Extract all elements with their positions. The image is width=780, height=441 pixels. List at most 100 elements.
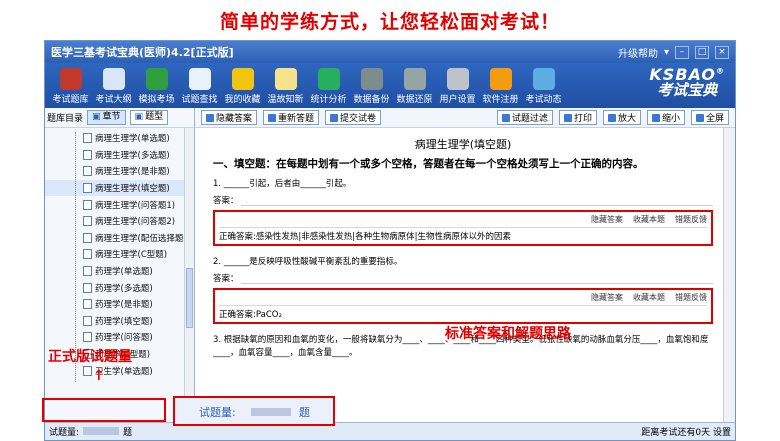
close-button[interactable]: × <box>715 45 729 59</box>
submit-label: 提交试卷 <box>340 114 377 124</box>
toolbar-label: 数据备份 <box>353 95 390 105</box>
answer-label: 答案： <box>213 274 239 284</box>
question-count-label: 试题量: <box>49 428 80 438</box>
tree-item[interactable]: 病理生理学(是非题) <box>45 163 194 180</box>
tree-item[interactable]: 病理生理学(填空题) <box>45 179 194 197</box>
tab-chapter[interactable]: ▣ 章节 <box>87 110 126 125</box>
toolbar-button-4[interactable]: 试题查找 <box>178 68 221 105</box>
answer-line-1: 答案： <box>213 194 713 206</box>
question-2: 2. ______是反映呼吸性酸碱平衡紊乱的重要指标。 <box>213 257 403 267</box>
tree-item[interactable]: 药理学(单选题) <box>45 263 194 280</box>
answer-input-2[interactable] <box>240 273 713 284</box>
document-icon <box>83 199 92 210</box>
toolbar-button-7[interactable]: 统计分析 <box>307 68 350 105</box>
fullscreen-icon <box>695 113 704 122</box>
error-feedback-link[interactable]: 错题反馈 <box>675 214 707 225</box>
tree-item[interactable]: 病理生理学(多选题) <box>45 147 194 164</box>
favorite-link[interactable]: 收藏本题 <box>633 292 665 303</box>
tree-item-label: 药理学(单选题) <box>95 267 153 278</box>
filter-icon <box>501 113 510 122</box>
zoom-in-button[interactable]: 放大 <box>602 110 641 125</box>
app-window: 医学三基考试宝典(医师)4.2[正式版] 升级帮助 ▾ – □ × 考试题库 考试… <box>44 40 736 441</box>
upgrade-help-link[interactable]: 升级帮助 <box>618 45 658 60</box>
toolbar-button-6[interactable]: 温故知新 <box>264 68 307 105</box>
answer-input-1[interactable] <box>240 195 713 206</box>
zoom-count-label: 试题量: <box>199 406 236 419</box>
fullscreen-button[interactable]: 全屏 <box>690 110 729 125</box>
instruction-text: 一、填空题：在每题中划有一个或多个空格，答题者在每一个空格处须写上一个正确的内容… <box>213 158 644 170</box>
logo-mark: ® <box>716 66 725 76</box>
tree-item[interactable]: 药理学(是非题) <box>45 296 194 313</box>
document-scrollbar[interactable] <box>723 128 735 422</box>
tree-item[interactable]: 病理生理学(问答题1) <box>45 196 194 213</box>
tree-item-label: 药理学(是非题) <box>95 300 153 311</box>
scroll-thumb[interactable] <box>186 268 193 328</box>
tree-item[interactable]: 病理生理学(单选题) <box>45 130 194 147</box>
zoom-out-button[interactable]: 缩小 <box>646 110 685 125</box>
zoom-blurred-count <box>251 408 291 416</box>
filter-label: 试题过滤 <box>511 114 548 124</box>
toolbar-label: 模拟考场 <box>138 95 175 105</box>
hide-answer-button[interactable]: 隐藏答案 <box>201 110 258 125</box>
tree-item[interactable]: 病理生理学(问答题2) <box>45 213 194 230</box>
lock-icon <box>489 68 512 90</box>
zoom-in-icon <box>607 113 616 122</box>
exam-countdown[interactable]: 距离考试还有0天 设置 <box>641 425 731 438</box>
minimize-button[interactable]: – <box>675 45 689 59</box>
window-title: 医学三基考试宝典(医师)4.2[正式版] <box>51 46 234 59</box>
zoom-out-icon <box>651 113 660 122</box>
redo-button[interactable]: 重新答题 <box>263 110 320 125</box>
answer-panel-1: 隐藏答案 收藏本题 错题反馈 正确答案:感染性发热|非感染性发热|各种生物病原体… <box>213 210 713 246</box>
sidebar-head-label: 题库目录 <box>47 114 84 124</box>
dropdown-icon[interactable]: ▾ <box>664 47 669 58</box>
type-icon: ▣ <box>134 112 144 122</box>
error-feedback-link[interactable]: 错题反馈 <box>675 292 707 303</box>
correct-answer-2: 正确答案:PaCO₂ <box>219 305 707 320</box>
toolbar-button-5[interactable]: 我的收藏 <box>221 68 264 105</box>
arrow-up-icon: ↑ <box>93 368 105 384</box>
tree-item[interactable]: 药理学(问答题) <box>45 329 194 346</box>
toolbar-button-11[interactable]: 软件注册 <box>479 68 522 105</box>
tree-item-label: 病理生理学(C型题) <box>95 250 168 261</box>
question-count: 试题量: 题 <box>49 425 132 438</box>
tree-item[interactable]: 病理生理学(C型题) <box>45 246 194 263</box>
pencil-icon <box>145 68 168 90</box>
sidebar-scrollbar[interactable] <box>184 128 194 422</box>
toolbar-button-3[interactable]: 模拟考场 <box>135 68 178 105</box>
restore-button[interactable]: □ <box>695 45 709 59</box>
favorite-link[interactable]: 收藏本题 <box>633 214 665 225</box>
fullscreen-label: 全屏 <box>705 114 724 124</box>
tree-item[interactable]: 病理生理学(配伍选择题) <box>45 230 194 247</box>
toolbar-button-1[interactable]: 考试题库 <box>49 68 92 105</box>
print-button[interactable]: 打印 <box>558 110 597 125</box>
document-icon <box>83 365 92 376</box>
document-icon <box>83 216 92 227</box>
book-icon <box>59 68 82 90</box>
toolbar-button-12[interactable]: 考试动态 <box>522 68 565 105</box>
document-icon <box>83 315 92 326</box>
tree-item[interactable]: 药理学(填空题) <box>45 313 194 330</box>
news-icon <box>532 68 555 90</box>
submit-button[interactable]: 提交试卷 <box>325 110 382 125</box>
question-document: 病理生理学(填空题) 一、填空题：在每题中划有一个或多个空格，答题者在每一个空格… <box>195 128 723 422</box>
hide-answer-link[interactable]: 隐藏答案 <box>591 214 623 225</box>
refresh-icon <box>268 113 277 122</box>
toolbar-label: 温故知新 <box>267 95 304 105</box>
document-icon <box>83 332 92 343</box>
filter-button[interactable]: 试题过滤 <box>496 110 553 125</box>
tree-item[interactable]: 药理学(多选题) <box>45 279 194 296</box>
toolbar-button-10[interactable]: 用户设置 <box>436 68 479 105</box>
tree-item-label: 药理学(填空题) <box>95 316 153 327</box>
promo-banner: 简单的学练方式，让您轻松面对考试！ <box>219 10 560 33</box>
zoom-highlight-box: 试题量: 题 <box>173 396 335 426</box>
tree-item-label: 病理生理学(多选题) <box>95 150 170 161</box>
hide-answer-link[interactable]: 隐藏答案 <box>591 292 623 303</box>
tab-type-label: 题型 <box>145 112 164 122</box>
tree-item-label: 病理生理学(配伍选择题) <box>95 233 187 244</box>
main-toolbar: 考试题库 考试大纲 模拟考场 试题查找 我的收藏 温故知新 统计分析 数据备份 数据还原 用户设置… <box>45 63 735 108</box>
toolbar-button-2[interactable]: 考试大纲 <box>92 68 135 105</box>
toolbar-button-8[interactable]: 数据备份 <box>350 68 393 105</box>
toolbar-button-9[interactable]: 数据还原 <box>393 68 436 105</box>
tab-type[interactable]: ▣ 题型 <box>129 110 169 125</box>
toolbar-label: 统计分析 <box>310 95 347 105</box>
